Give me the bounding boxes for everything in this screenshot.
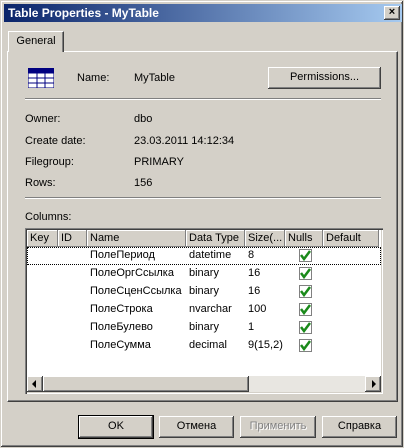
arrow-right-icon xyxy=(372,380,376,388)
create-date-label: Create date: xyxy=(25,135,86,147)
horizontal-scrollbar[interactable] xyxy=(27,376,381,392)
ok-button[interactable]: OK xyxy=(78,415,154,439)
cell-size[interactable]: 16 xyxy=(248,283,286,301)
help-button[interactable]: Справка xyxy=(322,416,397,438)
table-properties-window: Table Properties - MyTable × General Nam… xyxy=(0,0,404,448)
cell-id[interactable] xyxy=(61,301,88,319)
cell-key[interactable] xyxy=(30,301,59,319)
cell-default[interactable] xyxy=(326,337,380,355)
cell-data-type[interactable]: decimal xyxy=(189,337,246,355)
window-title: Table Properties - MyTable xyxy=(8,6,159,20)
rows-label: Rows: xyxy=(25,177,56,189)
column-header-data-type[interactable]: Data Type xyxy=(186,230,245,247)
table-row[interactable]: ПолеБулево binary 1 xyxy=(27,319,381,337)
close-button[interactable]: × xyxy=(384,6,400,20)
columns-grid[interactable]: Key ID Name Data Type Size(... Nulls Def… xyxy=(25,228,383,394)
table-row[interactable]: ПолеСтрока nvarchar 100 xyxy=(27,301,381,319)
cancel-button-label: Отмена xyxy=(176,420,217,432)
permissions-button[interactable]: Permissions... xyxy=(268,67,381,89)
ok-button-label: OK xyxy=(108,420,124,432)
apply-button-label: Применить xyxy=(249,420,307,432)
title-bar[interactable]: Table Properties - MyTable × xyxy=(4,4,402,22)
column-header-size[interactable]: Size(... xyxy=(245,230,285,247)
nulls-checkmark-icon[interactable] xyxy=(299,249,312,262)
tab-general[interactable]: General xyxy=(8,31,64,52)
cell-name[interactable]: ПолеСтрока xyxy=(90,301,187,319)
owner-label: Owner: xyxy=(25,113,61,125)
nulls-checkmark-icon[interactable] xyxy=(299,285,312,298)
nulls-checkmark-icon[interactable] xyxy=(299,321,312,334)
scroll-thumb[interactable] xyxy=(43,376,249,392)
column-header-id[interactable]: ID xyxy=(58,230,87,247)
cell-key[interactable] xyxy=(30,337,59,355)
separator-top xyxy=(25,98,381,100)
cell-key[interactable] xyxy=(30,319,59,337)
cell-size[interactable]: 16 xyxy=(248,265,286,283)
table-row[interactable]: ПолеОргСсылка binary 16 xyxy=(27,265,381,283)
cell-data-type[interactable]: binary xyxy=(189,265,246,283)
cell-name[interactable]: ПолеОргСсылка xyxy=(90,265,187,283)
column-header-key[interactable]: Key xyxy=(27,230,58,247)
rows-value: 156 xyxy=(134,177,153,189)
cell-key[interactable] xyxy=(30,265,59,283)
table-row[interactable]: ПолеПериод datetime 8 xyxy=(27,247,381,265)
separator-mid xyxy=(25,197,381,199)
cell-default[interactable] xyxy=(326,247,380,265)
cell-id[interactable] xyxy=(61,247,88,265)
cell-id[interactable] xyxy=(61,283,88,301)
cell-data-type[interactable]: binary xyxy=(189,283,246,301)
filegroup-label: Filegroup: xyxy=(25,156,74,168)
cell-default[interactable] xyxy=(326,283,380,301)
column-header-name[interactable]: Name xyxy=(87,230,186,247)
column-header-default[interactable]: Default xyxy=(323,230,379,247)
cell-id[interactable] xyxy=(61,337,88,355)
scroll-left-button[interactable] xyxy=(27,376,43,392)
arrow-left-icon xyxy=(32,380,36,388)
name-label: Name: xyxy=(77,72,110,84)
filegroup-value: PRIMARY xyxy=(134,156,184,168)
cell-default[interactable] xyxy=(326,319,380,337)
cancel-button[interactable]: Отмена xyxy=(159,416,234,438)
cell-data-type[interactable]: nvarchar xyxy=(189,301,246,319)
cell-data-type[interactable]: binary xyxy=(189,319,246,337)
owner-value: dbo xyxy=(134,113,153,125)
cell-default[interactable] xyxy=(326,265,380,283)
cell-default[interactable] xyxy=(326,301,380,319)
cell-data-type[interactable]: datetime xyxy=(189,247,246,265)
table-row[interactable]: ПолеСценСсылка binary 16 xyxy=(27,283,381,301)
table-row[interactable]: ПолеСумма decimal 9(15,2) xyxy=(27,337,381,355)
apply-button[interactable]: Применить xyxy=(240,416,316,438)
name-value: MyTable xyxy=(134,72,175,84)
columns-label: Columns: xyxy=(25,211,72,223)
cell-name[interactable]: ПолеСумма xyxy=(90,337,187,355)
cell-size[interactable]: 9(15,2) xyxy=(248,337,286,355)
cell-name[interactable]: ПолеСценСсылка xyxy=(90,283,187,301)
nulls-checkmark-icon[interactable] xyxy=(299,339,312,352)
cell-key[interactable] xyxy=(30,283,59,301)
help-button-label: Справка xyxy=(337,420,382,432)
cell-size[interactable]: 100 xyxy=(248,301,286,319)
cell-id[interactable] xyxy=(61,265,88,283)
scroll-right-button[interactable] xyxy=(365,376,381,392)
cell-name[interactable]: ПолеБулево xyxy=(90,319,187,337)
nulls-checkmark-icon[interactable] xyxy=(299,303,312,316)
create-date-value: 23.03.2011 14:12:34 xyxy=(134,135,235,147)
column-header-nulls[interactable]: Nulls xyxy=(285,230,323,247)
cell-size[interactable]: 1 xyxy=(248,319,286,337)
nulls-checkmark-icon[interactable] xyxy=(299,267,312,280)
cell-id[interactable] xyxy=(61,319,88,337)
table-icon xyxy=(28,68,54,88)
cell-name[interactable]: ПолеПериод xyxy=(90,247,187,265)
cell-size[interactable]: 8 xyxy=(248,247,286,265)
cell-key[interactable] xyxy=(30,247,59,265)
permissions-button-label: Permissions... xyxy=(289,71,360,83)
